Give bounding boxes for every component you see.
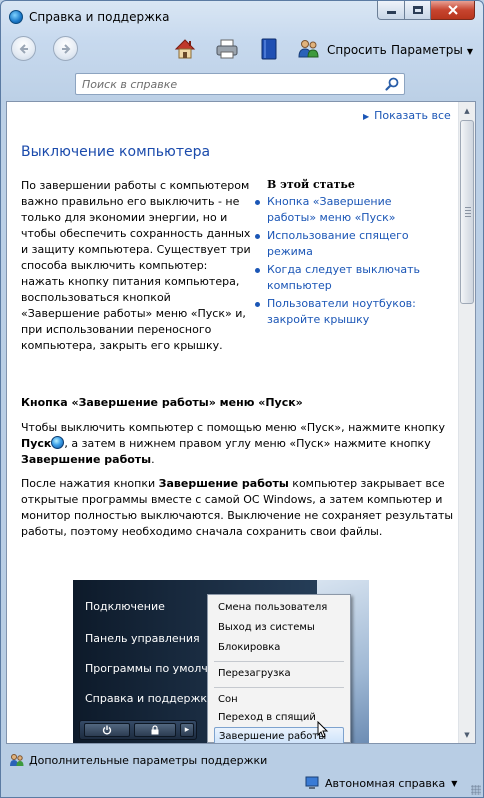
shutdown-term: Завершение работы <box>21 453 152 466</box>
ask-icon-button[interactable] <box>297 37 321 61</box>
submenu-separator <box>214 687 344 688</box>
status-bar: Автономная справка ▼ <box>1 771 483 797</box>
vertical-scrollbar[interactable]: ▲ ▼ <box>458 102 475 743</box>
options-label: Параметры <box>391 43 463 57</box>
printer-icon <box>216 39 238 59</box>
forward-arrow-icon <box>61 43 70 54</box>
ask-button[interactable]: Спросить <box>327 43 387 57</box>
para2-text-a: После нажатия кнопки <box>21 477 159 490</box>
scroll-thumb[interactable] <box>460 120 474 304</box>
close-icon <box>447 5 458 15</box>
illustration-power-bar: ▸ <box>79 720 197 740</box>
submenu-lock: Блокировка <box>218 642 281 653</box>
start-orb-icon <box>51 436 65 449</box>
para1-end: . <box>151 453 155 466</box>
submenu-log-off: Выход из системы <box>218 622 315 633</box>
toc-heading: В этой статье <box>267 178 355 191</box>
options-menu[interactable]: Параметры ▼ <box>391 43 473 57</box>
illustration-item-help: Справка и поддержка <box>85 692 214 705</box>
minimize-icon <box>386 11 396 14</box>
toc-link-sleep[interactable]: Использование спящего режима <box>253 228 423 260</box>
scroll-up-button[interactable]: ▲ <box>459 102 475 119</box>
power-icon <box>102 725 112 735</box>
illustration-power-button <box>84 723 130 737</box>
maximize-button[interactable] <box>405 1 431 20</box>
back-button[interactable] <box>11 36 36 61</box>
home-button[interactable] <box>173 37 197 61</box>
scroll-grip-icon <box>465 207 471 217</box>
para1-text-a: Чтобы выключить компьютер с помощью меню… <box>21 421 445 434</box>
para1-text-b: , а затем в нижнем правом углу меню «Пус… <box>64 437 431 450</box>
home-icon <box>174 39 196 59</box>
more-support-link[interactable]: Дополнительные параметры поддержки <box>9 752 267 768</box>
start-term: Пуск <box>21 437 52 450</box>
toolbar: Спросить Параметры ▼ <box>1 33 483 67</box>
table-of-contents: В этой статье Кнопка «Завершение работы»… <box>253 178 423 330</box>
search-input[interactable] <box>82 76 372 92</box>
illustration-item-control-panel: Панель управления <box>85 632 200 645</box>
section-heading: Кнопка «Завершение работы» меню «Пуск» <box>21 396 303 409</box>
illustration-arrow: ▸ <box>184 725 190 735</box>
toc-link-laptop-lid[interactable]: Пользователи ноутбуков: закройте крышку <box>253 296 423 328</box>
title-bar: Справка и поддержка <box>1 1 483 33</box>
chevron-down-icon: ▼ <box>466 47 474 56</box>
browse-help-button[interactable] <box>257 37 281 61</box>
chevron-down-icon: ▼ <box>451 778 458 788</box>
more-support-label: Дополнительные параметры поддержки <box>29 753 268 767</box>
toc-link-start-menu-button[interactable]: Кнопка «Завершение работы» меню «Пуск» <box>253 194 423 226</box>
print-button[interactable] <box>215 37 239 61</box>
minimize-button[interactable] <box>377 1 405 20</box>
help-app-icon <box>9 10 23 24</box>
paragraph-shutdown-effect: После нажатия кнопки Завершение работы к… <box>21 476 461 540</box>
illustration-shutdown-submenu: Смена пользователя Выход из системы Блок… <box>207 594 351 743</box>
search-box <box>75 73 405 95</box>
close-button[interactable] <box>431 1 475 20</box>
search-icon[interactable] <box>384 76 400 92</box>
lock-icon <box>151 725 159 735</box>
start-menu-illustration: Подключение Панель управления Программы … <box>73 580 369 743</box>
illustration-lock-button <box>134 723 176 737</box>
maximize-icon <box>412 6 423 14</box>
submenu-restart: Перезагрузка <box>218 668 291 679</box>
show-all-label: Показать все <box>374 109 451 122</box>
computer-icon <box>305 776 319 789</box>
window-title: Справка и поддержка <box>29 10 170 24</box>
toc-link-when-to-shutdown[interactable]: Когда следует выключать компьютер <box>253 262 423 294</box>
chevron-down-icon: ▼ <box>464 730 470 739</box>
help-window: Справка и поддержка Спросить Параметры ▼… <box>0 0 484 798</box>
illustration-arrow-button: ▸ <box>180 723 194 737</box>
article-pane: ▶ Показать все Выключение компьютера По з… <box>6 101 476 744</box>
support-people-icon <box>10 754 24 766</box>
paragraph-start-menu: Чтобы выключить компьютер с помощью меню… <box>21 420 461 468</box>
people-icon <box>298 40 319 58</box>
resize-grip[interactable] <box>471 785 481 795</box>
offline-help-menu[interactable]: Автономная справка ▼ <box>305 776 457 790</box>
scroll-down-button[interactable]: ▼ <box>459 726 475 743</box>
illustration-item-connect: Подключение <box>85 600 165 613</box>
window-controls <box>377 1 475 21</box>
expand-triangle-icon: ▶ <box>363 112 370 121</box>
forward-button[interactable] <box>53 36 78 61</box>
offline-help-label: Автономная справка <box>325 776 446 790</box>
book-icon <box>261 38 277 60</box>
illustration-item-default-programs: Программы по умолч <box>85 662 208 675</box>
article-title: Выключение компьютера <box>21 144 211 160</box>
mouse-cursor-icon <box>317 721 329 738</box>
intro-paragraph: По завершении работы с компьютером важно… <box>21 179 251 352</box>
submenu-sleep: Сон <box>218 694 238 705</box>
chevron-up-icon: ▲ <box>464 106 470 115</box>
back-arrow-icon <box>19 43 28 54</box>
show-all-link[interactable]: ▶ Показать все <box>363 109 451 122</box>
submenu-switch-user: Смена пользователя <box>218 602 328 613</box>
submenu-separator <box>214 661 344 662</box>
shutdown-term-2: Завершение работы <box>158 477 289 490</box>
